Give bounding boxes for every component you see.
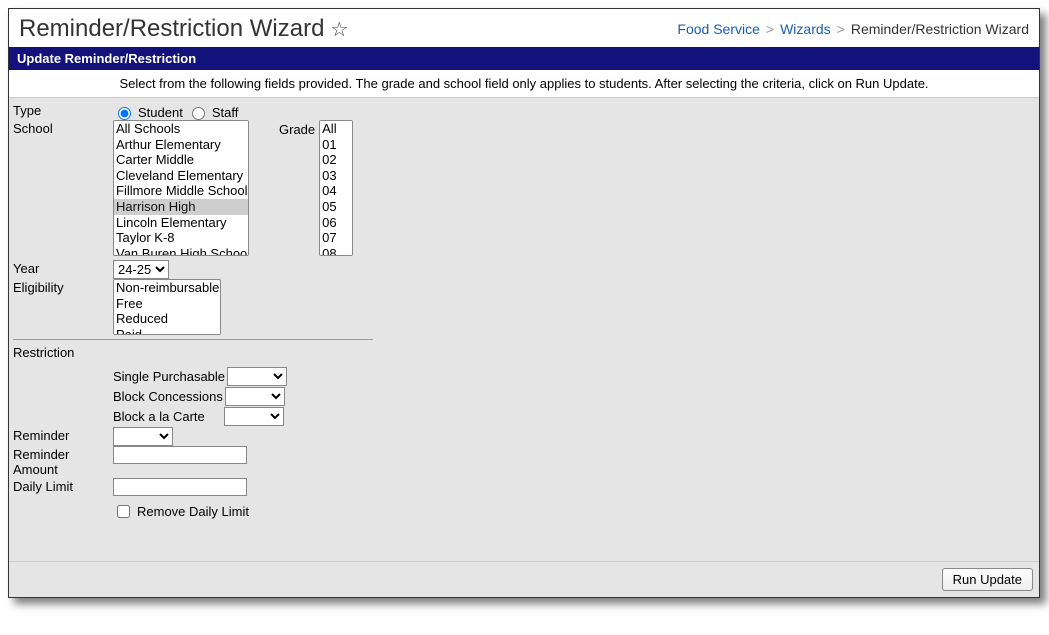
school-listbox[interactable]: All SchoolsArthur ElementaryCarter Middl… bbox=[113, 120, 249, 256]
label-restriction: Restriction bbox=[13, 344, 113, 361]
label-reminder: Reminder bbox=[13, 427, 113, 444]
daily-limit-input[interactable] bbox=[113, 478, 247, 496]
breadcrumb-current: Reminder/Restriction Wizard bbox=[851, 21, 1029, 37]
label-single-purchasable: Single Purchasable bbox=[113, 369, 225, 384]
breadcrumb: Food Service > Wizards > Reminder/Restri… bbox=[677, 21, 1029, 37]
run-update-button[interactable]: Run Update bbox=[942, 568, 1033, 591]
breadcrumb-sep-1: > bbox=[766, 21, 774, 37]
block-concessions-select[interactable] bbox=[225, 387, 285, 406]
year-select[interactable]: 24-25 bbox=[113, 260, 169, 279]
label-daily-limit: Daily Limit bbox=[13, 478, 113, 495]
label-remove-daily-limit: Remove Daily Limit bbox=[137, 504, 249, 519]
label-grade: Grade bbox=[279, 120, 315, 137]
instruction-text: Select from the following fields provide… bbox=[9, 70, 1039, 98]
divider bbox=[13, 339, 373, 340]
grade-listbox[interactable]: All010203040506070809 bbox=[319, 120, 353, 256]
radio-staff[interactable] bbox=[192, 107, 205, 120]
label-type: Type bbox=[13, 102, 113, 119]
label-eligibility: Eligibility bbox=[13, 279, 113, 296]
label-block-alacarte: Block a la Carte bbox=[113, 409, 205, 424]
label-block-concessions: Block Concessions bbox=[113, 389, 223, 404]
label-year: Year bbox=[13, 260, 113, 277]
page-title: Reminder/Restriction Wizard bbox=[19, 15, 324, 43]
eligibility-listbox[interactable]: Non-reimbursableFreeReducedPaid bbox=[113, 279, 221, 335]
block-alacarte-select[interactable] bbox=[224, 407, 284, 426]
favorite-star-icon[interactable]: ☆ bbox=[330, 17, 348, 42]
radio-student[interactable] bbox=[118, 107, 131, 120]
label-school: School bbox=[13, 120, 113, 137]
radio-staff-label: Staff bbox=[212, 105, 239, 120]
label-reminder-amount: Reminder Amount bbox=[13, 446, 113, 478]
breadcrumb-sep-2: > bbox=[837, 21, 845, 37]
single-purchasable-select[interactable] bbox=[227, 367, 287, 386]
remove-daily-limit-checkbox[interactable] bbox=[117, 505, 130, 518]
section-title: Update Reminder/Restriction bbox=[9, 47, 1039, 70]
breadcrumb-wizards[interactable]: Wizards bbox=[780, 21, 831, 37]
reminder-select[interactable] bbox=[113, 427, 173, 446]
reminder-amount-input[interactable] bbox=[113, 446, 247, 464]
breadcrumb-food-service[interactable]: Food Service bbox=[677, 21, 759, 37]
header: Reminder/Restriction Wizard ☆ Food Servi… bbox=[9, 9, 1039, 47]
radio-student-label: Student bbox=[138, 105, 183, 120]
